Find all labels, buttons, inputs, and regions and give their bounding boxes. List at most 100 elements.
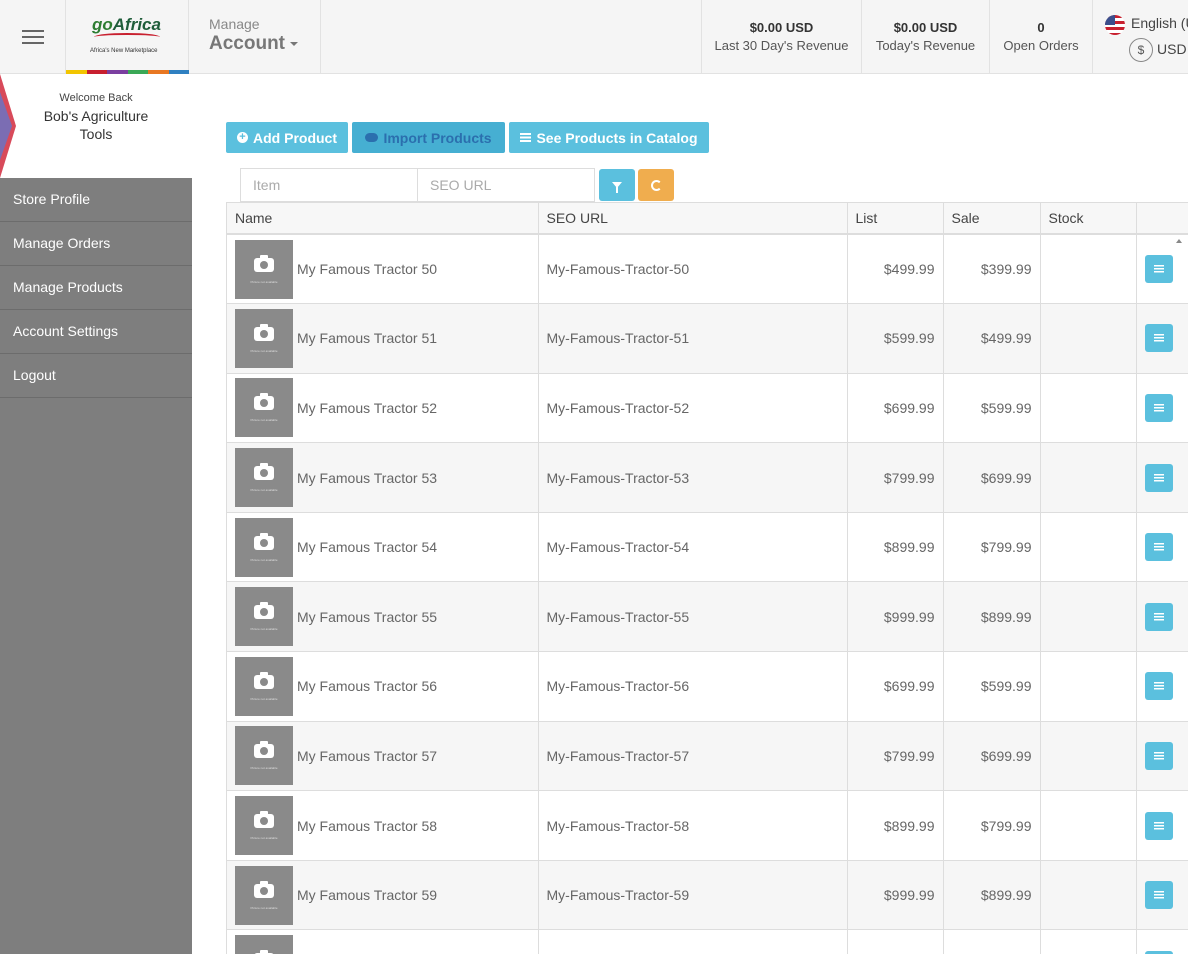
- edit-product-button[interactable]: [1144, 255, 1173, 284]
- seo-url-cell: My-Famous-Tractor-50: [538, 234, 848, 305]
- product-name[interactable]: My Famous Tractor 59: [297, 887, 437, 903]
- table-row[interactable]: Picture not available My Famous Tractor 5…: [227, 234, 1188, 305]
- product-thumbnail[interactable]: Picture not available: [235, 239, 293, 299]
- item-filter-input[interactable]: [240, 168, 418, 202]
- product-name[interactable]: My Famous Tractor 52: [297, 400, 437, 416]
- edit-product-button[interactable]: [1144, 741, 1173, 770]
- stock-cell: [1040, 790, 1137, 861]
- table-row[interactable]: Picture not available My Famous Tractor 5…: [227, 373, 1188, 444]
- product-name[interactable]: My Famous Tractor 56: [297, 678, 437, 694]
- product-name[interactable]: My Famous Tractor 50: [297, 261, 437, 277]
- product-name-cell: Picture not available My Famous Tractor 5…: [227, 442, 539, 513]
- column-header-stock[interactable]: Stock: [1040, 203, 1137, 235]
- product-thumbnail[interactable]: Picture not available: [235, 796, 293, 856]
- stat-label: Last 30 Day's Revenue: [714, 38, 849, 53]
- column-header-seo-url[interactable]: SEO URL: [538, 203, 848, 235]
- import-products-button[interactable]: Import Products: [352, 122, 505, 153]
- edit-product-button[interactable]: [1144, 463, 1173, 492]
- manage-account-dropdown[interactable]: Manage Account: [189, 0, 321, 74]
- table-row[interactable]: Picture not available My Famous Tractor 5…: [227, 303, 1188, 374]
- product-thumbnail[interactable]: Picture not available: [235, 656, 293, 716]
- product-name[interactable]: My Famous Tractor 54: [297, 539, 437, 555]
- sidebar-item-account-settings[interactable]: Account Settings: [0, 310, 192, 354]
- add-product-button[interactable]: + Add Product: [226, 122, 348, 153]
- column-header-list[interactable]: List: [847, 203, 944, 235]
- list-icon: [520, 133, 532, 142]
- logo[interactable]: goAfrica Africa's New Marketplace: [66, 0, 189, 74]
- stat-open-orders[interactable]: 0 Open Orders: [989, 0, 1092, 74]
- product-name[interactable]: My Famous Tractor 57: [297, 748, 437, 764]
- camera-icon: [254, 463, 274, 481]
- stat-today-revenue: $0.00 USD Today's Revenue: [861, 0, 989, 74]
- edit-product-button[interactable]: [1144, 393, 1173, 422]
- table-header-row: Name SEO URL List Sale Stock: [227, 203, 1188, 235]
- product-thumbnail[interactable]: Picture not available: [235, 865, 293, 925]
- table-row[interactable]: Picture not available My Famous Tractor 5…: [227, 581, 1188, 653]
- stock-cell: [1040, 721, 1137, 792]
- edit-product-button[interactable]: [1144, 881, 1173, 910]
- edit-product-button[interactable]: [1144, 811, 1173, 840]
- logo-text: goAfrica: [92, 15, 161, 35]
- camera-icon: [254, 741, 274, 759]
- hamburger-menu-button[interactable]: [0, 0, 66, 74]
- product-name-cell: Picture not available My Famous Tractor 5…: [227, 790, 539, 861]
- product-name[interactable]: My Famous Tractor 55: [297, 609, 437, 625]
- language-selector[interactable]: English (U: [1131, 15, 1188, 31]
- product-thumbnail[interactable]: Picture not available: [235, 378, 293, 438]
- sidebar-item-store-profile[interactable]: Store Profile: [0, 178, 192, 222]
- column-header-name[interactable]: Name: [227, 203, 539, 235]
- us-flag-icon: [1105, 15, 1125, 35]
- edit-product-button[interactable]: [1144, 672, 1173, 701]
- filter-button[interactable]: [599, 169, 635, 201]
- reset-filter-button[interactable]: [638, 169, 674, 201]
- product-name[interactable]: My Famous Tractor 51: [297, 330, 437, 346]
- products-table: Name SEO URL List Sale Stock Picture not…: [227, 203, 1188, 954]
- edit-product-button[interactable]: [1144, 602, 1173, 631]
- edit-product-button[interactable]: [1144, 324, 1173, 353]
- seo-url-filter-input[interactable]: [417, 168, 595, 202]
- table-row[interactable]: Picture not available My Famous Tractor 5…: [227, 442, 1188, 513]
- camera-icon: [254, 323, 274, 341]
- product-name[interactable]: My Famous Tractor 58: [297, 818, 437, 834]
- table-row[interactable]: Picture not available My Famous Tractor 5…: [227, 721, 1188, 792]
- product-thumbnail[interactable]: Picture not available: [235, 448, 293, 508]
- stock-cell: [1040, 512, 1137, 583]
- seo-url-cell: My-Famous-Tractor-51: [538, 303, 848, 374]
- actions-cell: [1136, 442, 1188, 513]
- see-catalog-button[interactable]: See Products in Catalog: [509, 122, 709, 153]
- list-price-cell: $999.99: [847, 581, 944, 653]
- product-thumbnail[interactable]: Picture not available: [235, 308, 293, 368]
- currency-selector[interactable]: USD: [1157, 41, 1187, 57]
- table-row[interactable]: Picture not available My Famous Tractor 5…: [227, 790, 1188, 861]
- thumbnail-placeholder-text: Picture not available: [250, 348, 278, 353]
- table-row[interactable]: Picture not available: [227, 929, 1188, 954]
- product-thumbnail[interactable]: Picture not available: [235, 587, 293, 647]
- locale-selector[interactable]: English (U $ USD: [1092, 0, 1188, 74]
- product-name-cell: Picture not available My Famous Tractor 5…: [227, 303, 539, 374]
- manage-label: Manage: [209, 16, 260, 32]
- product-thumbnail[interactable]: Picture not available: [235, 517, 293, 577]
- seo-url-cell: My-Famous-Tractor-54: [538, 512, 848, 583]
- sidebar-item-logout[interactable]: Logout: [0, 354, 192, 398]
- actions-cell: [1136, 721, 1188, 792]
- sidebar-item-manage-products[interactable]: Manage Products: [0, 266, 192, 310]
- actions-cell: [1136, 651, 1188, 722]
- product-name[interactable]: My Famous Tractor 53: [297, 470, 437, 486]
- scroll-up-arrow-icon[interactable]: [1176, 239, 1182, 243]
- products-table-container[interactable]: Name SEO URL List Sale Stock Picture not…: [226, 202, 1188, 954]
- edit-product-button[interactable]: [1144, 533, 1173, 562]
- product-thumbnail[interactable]: Picture not available: [235, 935, 293, 954]
- table-row[interactable]: Picture not available My Famous Tractor 5…: [227, 860, 1188, 931]
- product-name-cell: Picture not available My Famous Tractor 5…: [227, 651, 539, 722]
- sale-price-cell: $399.99: [943, 234, 1041, 305]
- table-row[interactable]: Picture not available My Famous Tractor 5…: [227, 651, 1188, 722]
- stock-cell: [1040, 651, 1137, 722]
- product-name-cell: Picture not available My Famous Tractor 5…: [227, 721, 539, 792]
- table-row[interactable]: Picture not available My Famous Tractor 5…: [227, 512, 1188, 583]
- product-thumbnail[interactable]: Picture not available: [235, 726, 293, 786]
- seo-url-cell: My-Famous-Tractor-57: [538, 721, 848, 792]
- sidebar-item-manage-orders[interactable]: Manage Orders: [0, 222, 192, 266]
- column-header-sale[interactable]: Sale: [943, 203, 1041, 235]
- list-price-cell: $599.99: [847, 303, 944, 374]
- list-icon: [1153, 891, 1164, 900]
